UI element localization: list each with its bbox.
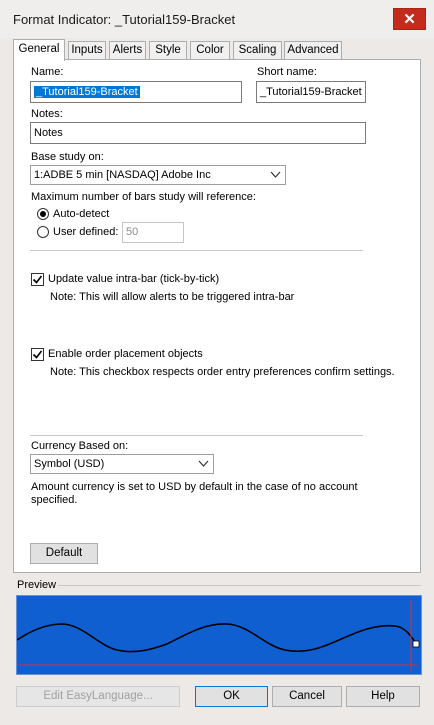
divider: [58, 585, 421, 586]
preview-plot: [17, 600, 420, 672]
tab-color[interactable]: Color: [190, 41, 230, 59]
preview-handle[interactable]: [412, 640, 420, 648]
short-name-value: _Tutorial159-Bracket: [260, 86, 362, 98]
notes-value: Notes: [34, 127, 63, 139]
tab-style[interactable]: Style: [149, 41, 187, 59]
update-intrabar-checkbox[interactable]: [31, 273, 44, 286]
divider: [30, 435, 363, 436]
tab-inputs[interactable]: Inputs: [68, 41, 106, 59]
auto-detect-radio[interactable]: [37, 208, 49, 220]
ok-button[interactable]: OK: [195, 686, 268, 707]
name-value: _Tutorial159-Bracket: [34, 86, 140, 98]
check-icon: [32, 275, 43, 284]
chevron-down-icon: [270, 171, 281, 178]
currency-value: Symbol (USD): [34, 458, 105, 470]
max-bars-label: Maximum number of bars study will refere…: [31, 191, 256, 203]
order-objects-note: Note: This checkbox respects order entry…: [50, 366, 395, 378]
order-objects-checkbox[interactable]: [31, 348, 44, 361]
help-button[interactable]: Help: [346, 686, 420, 707]
divider: [30, 250, 363, 251]
name-field[interactable]: _Tutorial159-Bracket: [30, 81, 242, 103]
short-name-label: Short name:: [257, 66, 317, 78]
chevron-down-icon: [198, 460, 209, 467]
tab-general[interactable]: General: [13, 39, 65, 61]
preview-pane: [16, 595, 422, 675]
base-study-select[interactable]: 1:ADBE 5 min [NASDAQ] Adobe Inc: [30, 165, 286, 185]
base-study-value: 1:ADBE 5 min [NASDAQ] Adobe Inc: [34, 169, 211, 181]
edit-easylanguage-button[interactable]: Edit EasyLanguage...: [16, 686, 180, 707]
close-icon: ✕: [403, 11, 416, 28]
currency-label: Currency Based on:: [31, 440, 129, 452]
update-intrabar-label[interactable]: Update value intra-bar (tick-by-tick): [48, 273, 219, 285]
notes-field[interactable]: Notes: [30, 122, 366, 144]
preview-label: Preview: [17, 579, 57, 591]
user-defined-label: User defined:: [53, 226, 119, 238]
tab-scaling[interactable]: Scaling: [233, 41, 282, 59]
title-bar: Format Indicator: _Tutorial159-Bracket ✕: [0, 0, 434, 38]
short-name-field[interactable]: _Tutorial159-Bracket: [256, 81, 366, 103]
preview-sine-line: [17, 623, 416, 653]
currency-select[interactable]: Symbol (USD): [30, 454, 214, 474]
default-button[interactable]: Default: [30, 543, 98, 564]
order-objects-label[interactable]: Enable order placement objects: [48, 348, 203, 360]
window-title: Format Indicator: _Tutorial159-Bracket: [13, 12, 236, 27]
notes-label: Notes:: [31, 108, 63, 120]
user-defined-value: 50: [126, 226, 139, 238]
check-icon: [32, 350, 43, 359]
user-defined-radio[interactable]: [37, 226, 49, 238]
close-button[interactable]: ✕: [393, 8, 426, 30]
currency-note-line2: specified.: [31, 494, 78, 506]
update-intrabar-note: Note: This will allow alerts to be trigg…: [50, 291, 295, 303]
tab-advanced[interactable]: Advanced: [284, 41, 342, 59]
tab-alerts[interactable]: Alerts: [109, 41, 146, 59]
currency-note-line1: Amount currency is set to USD by default…: [31, 481, 358, 493]
cancel-button[interactable]: Cancel: [272, 686, 342, 707]
auto-detect-label: Auto-detect: [53, 208, 110, 220]
name-label: Name:: [31, 66, 64, 78]
radio-selected-dot: [40, 211, 46, 217]
user-defined-field[interactable]: 50: [122, 222, 184, 243]
base-study-label: Base study on:: [31, 151, 104, 163]
